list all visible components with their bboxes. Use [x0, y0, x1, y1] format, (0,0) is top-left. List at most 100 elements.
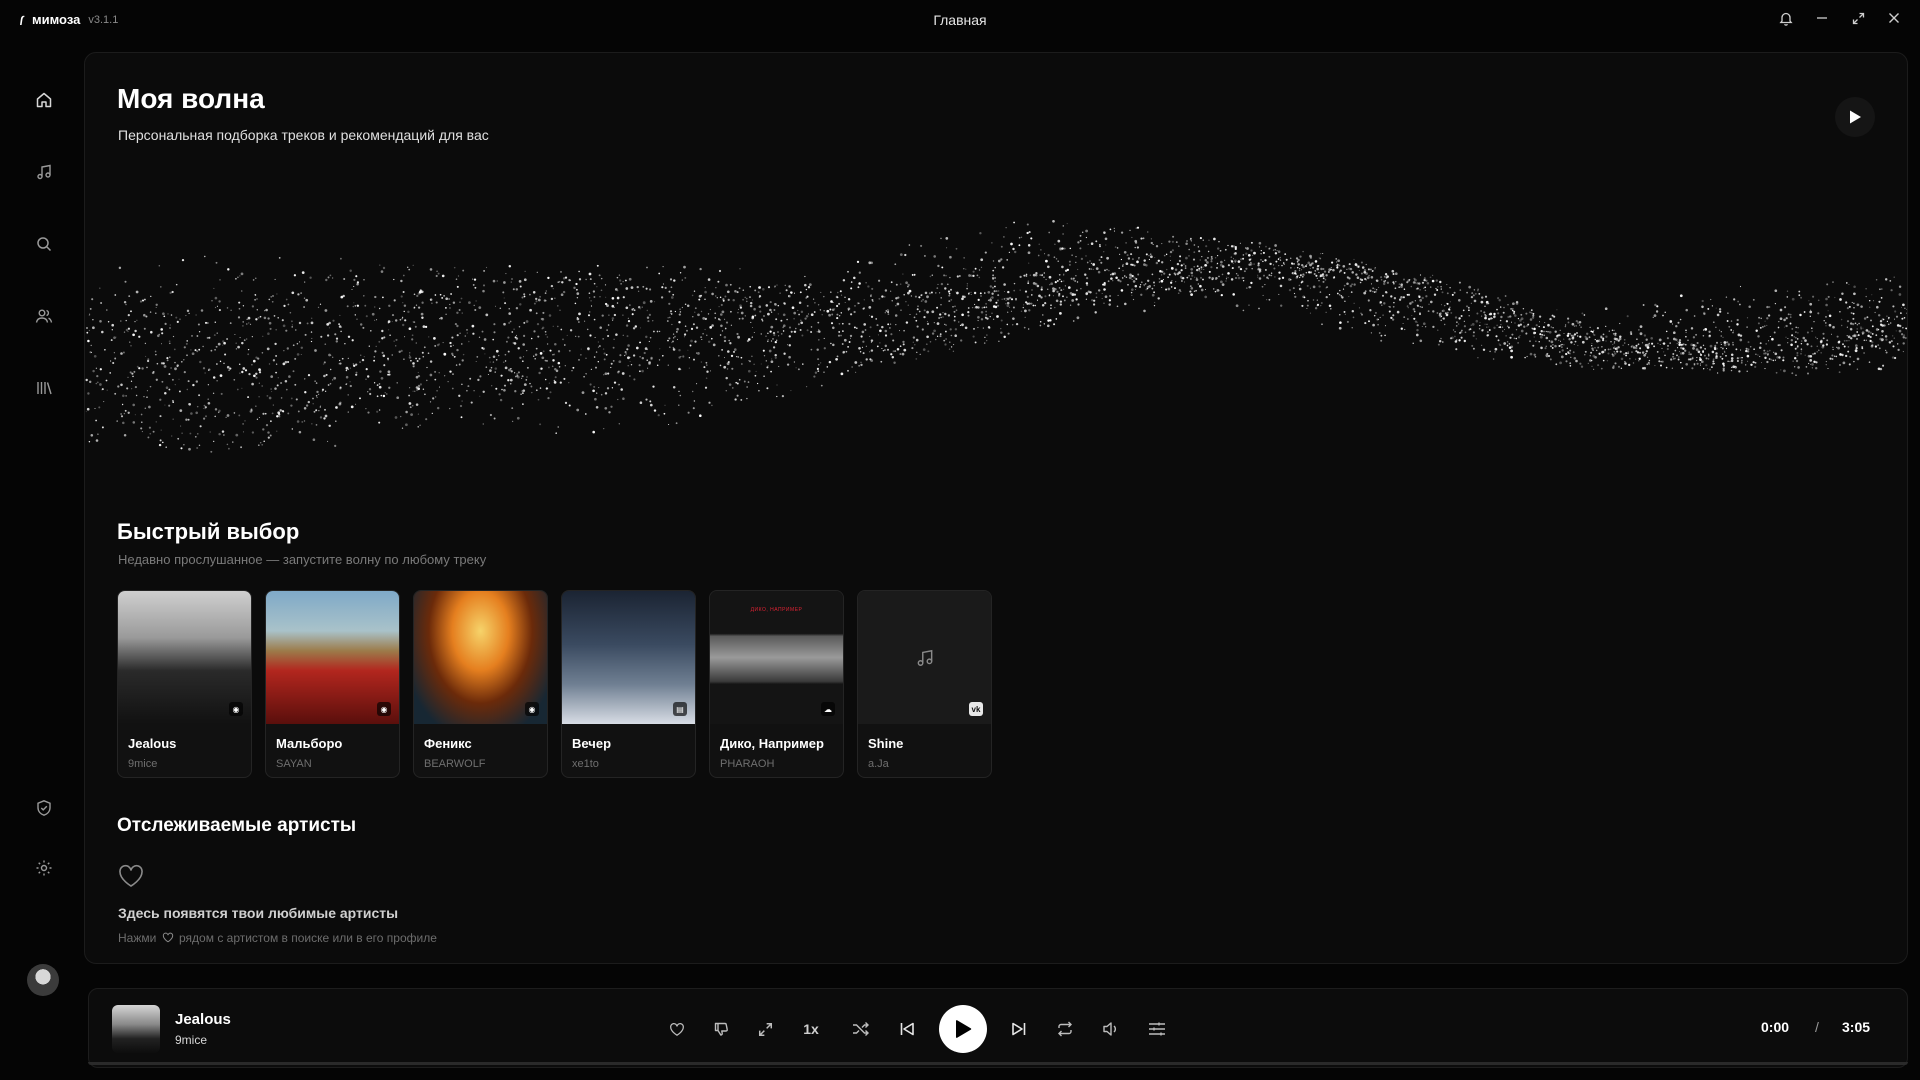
soundcloud-icon: ☁	[821, 702, 835, 716]
shuffle-button[interactable]	[851, 1019, 871, 1039]
empty-state-hint: Нажми рядом с артистом в поиске или в ег…	[118, 929, 438, 948]
quick-pick-subtitle: Недавно прослушанное — запустите волну п…	[118, 552, 487, 567]
heart-icon	[162, 932, 173, 943]
track-card[interactable]: ◉ Феникс BEARWOLF	[413, 590, 548, 778]
expand-icon	[758, 1022, 772, 1036]
wave-play-button[interactable]	[1835, 97, 1875, 137]
maximize-icon[interactable]	[1850, 10, 1866, 26]
track-cover: ▤	[562, 591, 695, 724]
search-icon	[37, 237, 52, 252]
page-subtitle: Персональная подборка треков и рекоменда…	[118, 127, 489, 143]
current-time: 0:00	[1761, 1019, 1790, 1035]
play-icon	[956, 1020, 972, 1038]
sidebar-item-music[interactable]	[30, 158, 58, 186]
empty-hint-after: рядом с артистом в поиске или в его проф…	[179, 931, 437, 945]
player-controls: 1x	[667, 1005, 1167, 1053]
player-bar: Jealous 9mice 1x 0:00 / 3:05	[88, 988, 1908, 1068]
bell-icon[interactable]	[1778, 10, 1794, 26]
track-title: Феникс	[424, 736, 472, 751]
track-artist: BEARWOLF	[424, 758, 486, 770]
mimosa-logo-icon	[20, 15, 25, 25]
music-note-icon	[917, 649, 932, 666]
now-playing-cover[interactable]	[112, 1005, 160, 1053]
previous-icon	[900, 1022, 914, 1036]
library-icon	[37, 382, 52, 395]
heart-icon	[117, 863, 145, 894]
time-separator: /	[1815, 1019, 1819, 1035]
quick-pick-title: Быстрый выбор	[117, 519, 300, 544]
titlebar: мимоза v3.1.1 Главная	[0, 0, 1920, 40]
track-cover: ◉	[118, 591, 251, 724]
play-icon	[1850, 110, 1861, 124]
track-cover: ◉	[266, 591, 399, 724]
sidebar-item-home[interactable]	[30, 86, 58, 114]
repeat-button[interactable]	[1055, 1019, 1075, 1039]
gear-icon	[36, 860, 52, 876]
track-card[interactable]: ▤ Вечер xe1to	[561, 590, 696, 778]
track-title: Дико, Например	[720, 736, 824, 751]
progress-bar[interactable]	[88, 1062, 1908, 1065]
window-title: Главная	[933, 12, 987, 28]
track-title: Вечер	[572, 736, 612, 751]
source-icon: ▤	[673, 702, 687, 716]
dislike-icon	[714, 1022, 728, 1036]
previous-button[interactable]	[897, 1019, 917, 1039]
now-playing-artist[interactable]: 9mice	[175, 1033, 207, 1047]
track-cover-placeholder: vk	[858, 591, 991, 724]
followed-artists-title: Отслеживаемые артисты	[117, 815, 357, 836]
heart-icon	[670, 1022, 684, 1036]
volume-button[interactable]	[1101, 1019, 1121, 1039]
page-title: Моя волна	[117, 83, 265, 114]
track-artist: 9mice	[128, 758, 158, 770]
track-card[interactable]: vk Shine a.Ja	[857, 590, 992, 778]
empty-state-title: Здесь появятся твои любимые артисты	[118, 905, 399, 921]
track-card[interactable]: ◉ Мальборо SAYAN	[265, 590, 400, 778]
equalizer-icon	[1149, 1022, 1165, 1036]
track-title: Shine	[868, 736, 904, 751]
track-title: Мальборо	[276, 736, 343, 751]
cover-caption: ДИКО, НАПРИМЕР	[750, 607, 803, 613]
brand: мимоза v3.1.1	[18, 12, 118, 27]
track-artist: a.Ja	[868, 758, 889, 770]
shield-icon	[37, 800, 51, 816]
track-card[interactable]: ДИКО, НАПРИМЕР ☁ Дико, Например PHARAOH	[709, 590, 844, 778]
particle-wave-visualizer[interactable]	[85, 173, 1908, 493]
repeat-icon	[1058, 1021, 1072, 1037]
close-icon[interactable]	[1886, 10, 1902, 26]
play-button[interactable]	[939, 1005, 987, 1053]
track-cover: ДИКО, НАПРИМЕР ☁	[710, 591, 843, 724]
avatar[interactable]	[27, 964, 59, 996]
volume-icon	[1103, 1022, 1116, 1036]
quick-pick-list: ◉ Jealous 9mice ◉ Мальборо SAYAN ◉ Феник…	[117, 590, 992, 778]
app-name: мимоза	[32, 12, 81, 27]
track-artist: SAYAN	[276, 758, 312, 770]
sidebar	[0, 52, 86, 996]
equalizer-button[interactable]	[1147, 1019, 1167, 1039]
music-note-icon	[37, 164, 51, 180]
sidebar-item-artists[interactable]	[30, 302, 58, 330]
window-controls	[1778, 10, 1902, 26]
sidebar-item-settings[interactable]	[30, 854, 58, 882]
shuffle-icon	[853, 1022, 869, 1036]
track-title: Jealous	[128, 736, 177, 751]
minimize-icon[interactable]	[1814, 10, 1830, 26]
sidebar-item-library[interactable]	[30, 374, 58, 402]
speed-button[interactable]: 1x	[799, 1019, 823, 1039]
source-icon: ◉	[377, 702, 391, 716]
dislike-button[interactable]	[711, 1019, 731, 1039]
sidebar-item-search[interactable]	[30, 230, 58, 258]
track-cover: ◉	[414, 591, 547, 724]
duration: 3:05	[1842, 1019, 1871, 1035]
next-button[interactable]	[1009, 1019, 1029, 1039]
track-artist: PHARAOH	[720, 758, 775, 770]
main-panel: Моя волна Персональная подборка треков и…	[84, 52, 1908, 964]
track-card[interactable]: ◉ Jealous 9mice	[117, 590, 252, 778]
like-button[interactable]	[667, 1019, 687, 1039]
fullscreen-button[interactable]	[755, 1019, 775, 1039]
now-playing-title[interactable]: Jealous	[175, 1011, 231, 1028]
home-icon	[36, 92, 52, 108]
next-icon	[1012, 1022, 1026, 1036]
users-icon	[35, 309, 53, 323]
source-icon: ◉	[525, 702, 539, 716]
sidebar-item-security[interactable]	[30, 794, 58, 822]
